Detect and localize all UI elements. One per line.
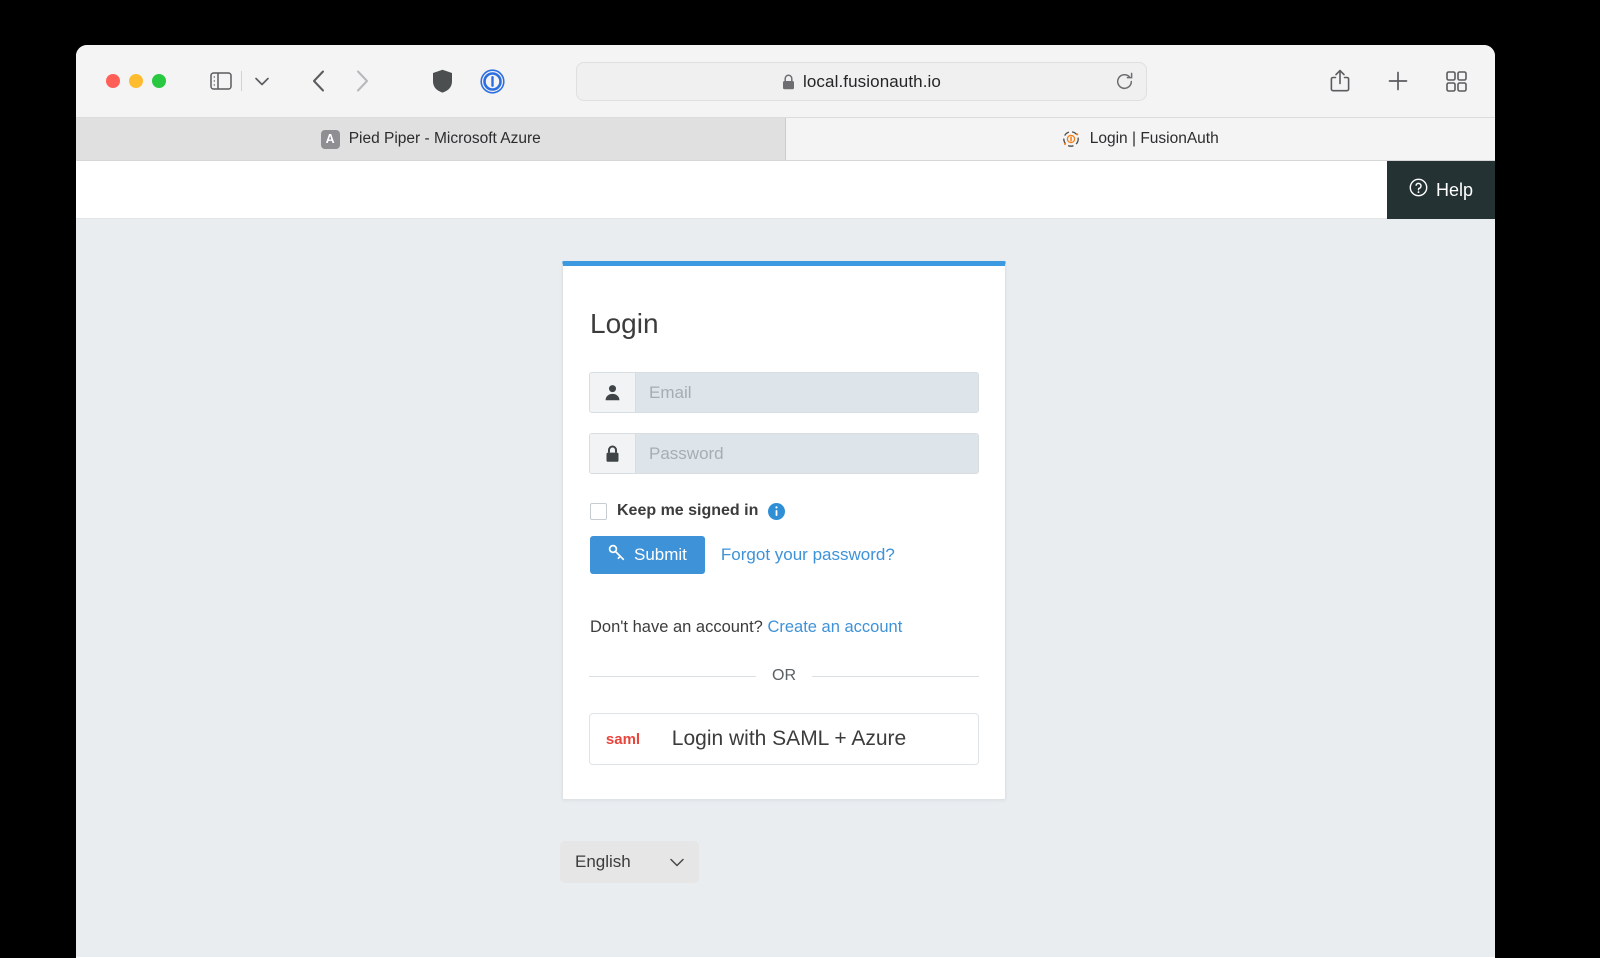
- page-body: Login Email Keep me signed in Submit For…: [76, 219, 1495, 957]
- url-text: local.fusionauth.io: [803, 71, 941, 91]
- browser-window: local.fusionauth.io A Pied Piper - Micro…: [76, 45, 1495, 958]
- submit-label: Submit: [634, 545, 687, 564]
- maximize-window-button[interactable]: [152, 74, 166, 88]
- azure-favicon: A: [320, 129, 340, 149]
- no-account-text: Don't have an account?: [590, 618, 763, 636]
- page-title: Login: [590, 308, 659, 339]
- password-input-group: [589, 433, 979, 474]
- create-account-row: Don't have an account? Create an account: [589, 618, 979, 637]
- privacy-shield-icon[interactable]: [425, 66, 459, 96]
- password-input[interactable]: [636, 434, 978, 473]
- lock-icon: [590, 434, 636, 473]
- or-label: OR: [772, 667, 796, 684]
- language-select[interactable]: English: [560, 841, 699, 883]
- saml-login-button[interactable]: saml Login with SAML + Azure: [589, 713, 979, 765]
- chevron-down-icon: [670, 852, 684, 872]
- onepassword-icon[interactable]: [475, 66, 509, 96]
- fusionauth-favicon: [1062, 130, 1081, 149]
- help-button[interactable]: Help: [1386, 161, 1495, 219]
- tab-overview-icon[interactable]: [1439, 66, 1473, 96]
- address-bar[interactable]: local.fusionauth.io: [576, 62, 1147, 101]
- new-tab-icon[interactable]: [1381, 66, 1415, 96]
- divider-line-left: [589, 675, 756, 677]
- divider-line-right: [812, 675, 979, 677]
- lock-icon: [783, 74, 794, 89]
- info-circle-icon[interactable]: [768, 502, 786, 520]
- back-arrow-icon[interactable]: [301, 66, 335, 96]
- share-icon[interactable]: [1323, 66, 1357, 96]
- submit-button[interactable]: Submit: [590, 536, 705, 574]
- submit-row: Submit Forgot your password?: [589, 536, 979, 574]
- language-value: English: [575, 852, 631, 871]
- forward-arrow-icon[interactable]: [345, 66, 379, 96]
- tab-pied-piper-azure[interactable]: A Pied Piper - Microsoft Azure: [76, 118, 786, 160]
- forgot-password-link[interactable]: Forgot your password?: [721, 545, 895, 565]
- email-input[interactable]: [636, 373, 978, 412]
- sidebar-toggle-icon[interactable]: [204, 66, 238, 96]
- minimize-window-button[interactable]: [129, 74, 143, 88]
- window-traffic-lights: [106, 74, 166, 88]
- toolbar-divider: [241, 71, 242, 91]
- create-account-link[interactable]: Create an account: [767, 618, 902, 636]
- tab-title: Login | FusionAuth: [1089, 130, 1219, 147]
- key-icon: [608, 544, 625, 566]
- email-input-group: [589, 372, 979, 413]
- navigation-controls: [166, 66, 509, 96]
- reload-icon[interactable]: [1112, 70, 1136, 94]
- help-label: Help: [1435, 179, 1473, 200]
- tab-title: Pied Piper - Microsoft Azure: [348, 130, 541, 147]
- tab-login-fusionauth[interactable]: Login | FusionAuth: [785, 118, 1495, 160]
- login-card: Login Email Keep me signed in Submit For…: [562, 261, 1006, 800]
- or-divider: OR: [589, 667, 979, 685]
- saml-login-label: Login with SAML + Azure: [671, 727, 907, 750]
- close-window-button[interactable]: [106, 74, 120, 88]
- chevron-down-icon[interactable]: [245, 66, 279, 96]
- keep-signed-in-label: Keep me signed in: [617, 502, 759, 519]
- toolbar-right-actions: [1323, 66, 1473, 96]
- tab-bar: A Pied Piper - Microsoft Azure Login | F…: [76, 118, 1495, 161]
- saml-logo: saml: [605, 730, 641, 748]
- keep-signed-in-row: Keep me signed in: [589, 502, 979, 520]
- url-display: local.fusionauth.io: [782, 72, 941, 92]
- browser-toolbar: local.fusionauth.io: [76, 45, 1495, 118]
- keep-signed-in-checkbox[interactable]: [590, 502, 607, 520]
- page-header: Help: [76, 161, 1495, 219]
- user-icon: [590, 373, 636, 412]
- question-circle-icon: [1409, 178, 1428, 202]
